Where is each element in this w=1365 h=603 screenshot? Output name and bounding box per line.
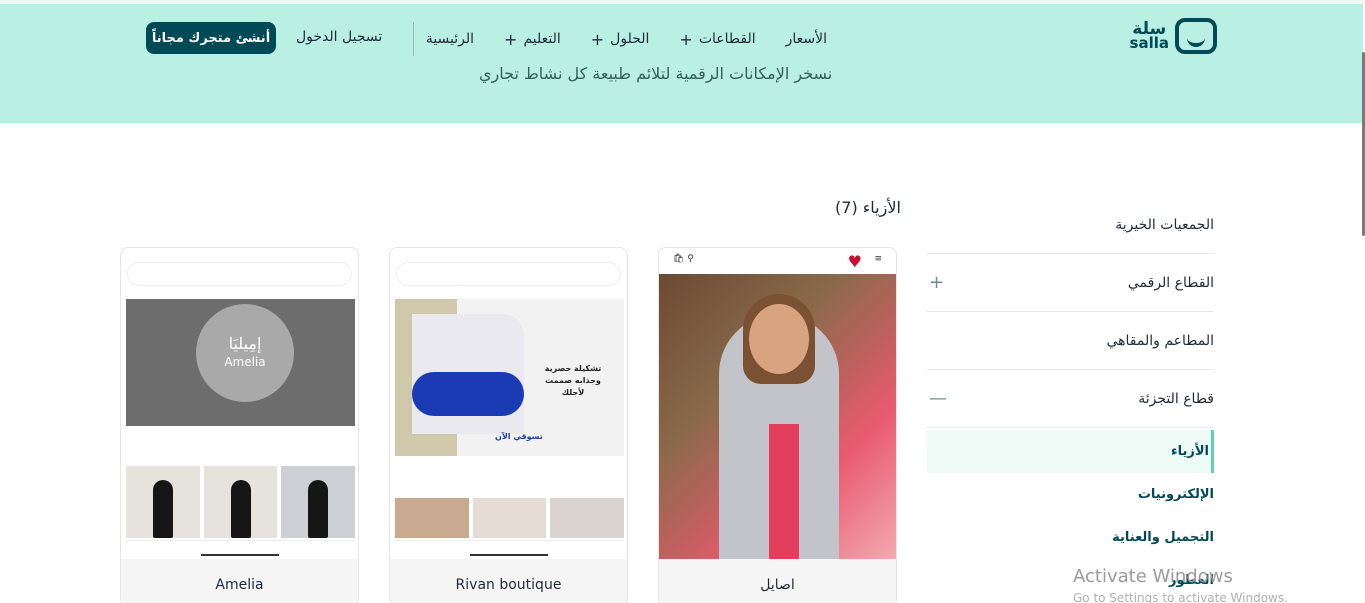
model-face bbox=[749, 304, 809, 374]
category-charities[interactable]: الجمعيات الخيرية bbox=[927, 196, 1214, 254]
model-figure bbox=[230, 480, 251, 538]
banner-photo bbox=[412, 314, 524, 434]
expand-icon: + bbox=[929, 272, 945, 293]
hero-subtitle: نسخر الإمكانات الرقمية لتلائم طبيعة كل ن… bbox=[479, 64, 833, 83]
store-screenshot-banner: إمِيليَا Amelia bbox=[126, 299, 355, 426]
store-screenshot-topbar bbox=[121, 248, 358, 260]
subcategory-fashion[interactable]: الأزياء bbox=[927, 430, 1214, 473]
plus-icon: + bbox=[504, 29, 518, 49]
tabbar-indicator bbox=[470, 554, 548, 556]
store-screenshot-topbar bbox=[390, 248, 627, 260]
product-thumb bbox=[395, 498, 469, 538]
product-thumb bbox=[203, 466, 278, 538]
category-label: القطاع الرقمي bbox=[1127, 274, 1214, 291]
main-nav: سلة salla الرئيسية التعليم + الحلول + ال… bbox=[0, 18, 1363, 60]
store-screenshot-search bbox=[127, 262, 352, 286]
nav-item-solutions[interactable]: الحلول + bbox=[591, 30, 650, 49]
product-thumb bbox=[550, 498, 625, 538]
store-card-amelia[interactable]: إمِيليَا Amelia Amelia bbox=[120, 247, 359, 603]
store-screenshot-header: 🛍 ⚲ ♥ ≡ bbox=[659, 248, 896, 274]
model-figure bbox=[152, 480, 173, 538]
store-card-asayel[interactable]: 🛍 ⚲ ♥ ≡ اصايل bbox=[658, 247, 897, 603]
logo-wordmark: سلة salla bbox=[1129, 21, 1169, 52]
heart-logo-icon: ♥ bbox=[847, 252, 862, 271]
category-retail[interactable]: قطاع التجزئة — bbox=[927, 370, 1214, 428]
product-thumb bbox=[281, 466, 356, 538]
plus-icon: + bbox=[590, 29, 605, 49]
login-link[interactable]: تسجيل الدخول bbox=[296, 29, 382, 45]
amelia-logo: إمِيليَا Amelia bbox=[196, 304, 294, 402]
salla-logo[interactable]: سلة salla bbox=[1130, 18, 1217, 54]
nav-item-label: الحلول bbox=[610, 31, 650, 47]
banner-sofa bbox=[412, 372, 524, 416]
hero-header: سلة salla الرئيسية التعليم + الحلول + ال… bbox=[0, 4, 1363, 123]
page: سلة salla الرئيسية التعليم + الحلول + ال… bbox=[0, 0, 1365, 603]
store-name: Amelia bbox=[215, 577, 264, 593]
windows-activation-subtitle: Go to Settings to activate Windows. bbox=[1073, 591, 1288, 603]
store-screenshot-banner: تشكيلة حصرية وجذابه صممت لأجلك تسوقي الآ… bbox=[395, 299, 624, 456]
model-figure bbox=[308, 480, 329, 538]
category-label: المطاعم والمقاهي bbox=[1106, 332, 1214, 349]
nav-item-education[interactable]: التعليم + bbox=[504, 30, 561, 49]
store-name: اصايل bbox=[760, 577, 795, 593]
banner-cta: تسوقي الآن bbox=[495, 432, 543, 441]
nav-item-label: الرئيسية bbox=[425, 31, 475, 47]
menu-icon: ≡ bbox=[874, 254, 882, 264]
amelia-logo-latin: Amelia bbox=[224, 355, 266, 369]
category-label: الجمعيات الخيرية bbox=[1115, 216, 1214, 233]
subcategory-beauty[interactable]: التجميل والعناية bbox=[927, 516, 1214, 559]
subcategory-label: الأزياء bbox=[1170, 444, 1209, 459]
plus-icon: + bbox=[679, 29, 693, 49]
nav-item-sectors[interactable]: القطاعات + bbox=[679, 30, 755, 49]
subcategory-electronics[interactable]: الإلكترونيات bbox=[927, 473, 1214, 516]
nav-item-home[interactable]: الرئيسية bbox=[426, 31, 474, 47]
category-digital[interactable]: القطاع الرقمي + bbox=[927, 254, 1214, 312]
store-screenshot-products bbox=[395, 498, 625, 538]
nav-menu: الرئيسية التعليم + الحلول + القطاعات + ا… bbox=[426, 18, 827, 60]
model-dress bbox=[769, 424, 799, 559]
nav-divider bbox=[413, 22, 414, 56]
nav-item-label: التعليم bbox=[523, 31, 561, 47]
windows-activation-title: Activate Windows bbox=[1073, 566, 1233, 587]
nav-item-label: الأسعار bbox=[785, 31, 827, 47]
collapse-icon: — bbox=[929, 388, 947, 409]
banner-headline: تشكيلة حصرية وجذابه صممت لأجلك bbox=[544, 364, 602, 397]
store-name: Rivan boutique bbox=[455, 577, 562, 593]
store-screenshot-search bbox=[396, 262, 621, 286]
product-thumb bbox=[126, 466, 200, 538]
sector-sidebar: الجمعيات الخيرية القطاع الرقمي + المطاعم… bbox=[927, 196, 1214, 602]
product-thumb bbox=[472, 498, 547, 538]
cart-icon: 🛍 ⚲ bbox=[673, 254, 694, 264]
store-screenshot-products bbox=[126, 466, 356, 538]
category-label: قطاع التجزئة bbox=[1138, 390, 1214, 407]
subcategory-label: الإلكترونيات bbox=[1137, 487, 1214, 502]
create-store-button[interactable]: أنشئ متجرك مجاناً bbox=[146, 22, 276, 54]
category-restaurants[interactable]: المطاعم والمقاهي bbox=[927, 312, 1214, 370]
nav-item-pricing[interactable]: الأسعار bbox=[786, 31, 827, 47]
store-screenshot-image bbox=[659, 274, 896, 559]
shopping-bag-icon bbox=[1175, 18, 1217, 54]
subcategory-label: التجميل والعناية bbox=[1112, 530, 1214, 545]
amelia-logo-arabic: إمِيليَا bbox=[228, 334, 262, 353]
nav-item-label: القطاعات bbox=[698, 31, 756, 47]
tabbar-indicator bbox=[201, 554, 279, 556]
section-title: الأزياء (7) bbox=[835, 198, 901, 217]
logo-latin: salla bbox=[1129, 34, 1169, 52]
store-card-rivan[interactable]: تشكيلة حصرية وجذابه صممت لأجلك تسوقي الآ… bbox=[389, 247, 628, 603]
